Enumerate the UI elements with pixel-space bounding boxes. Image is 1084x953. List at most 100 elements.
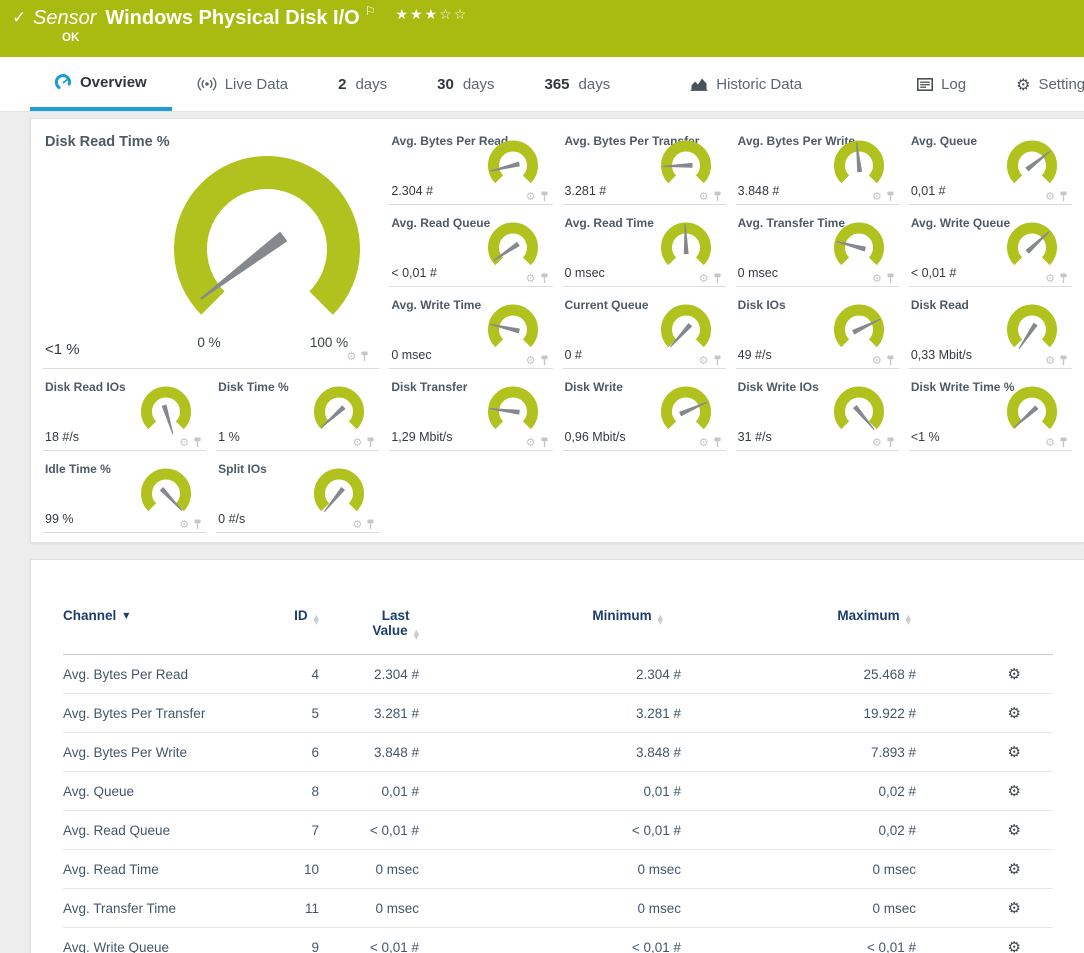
tab-live-data[interactable]: Live Data	[172, 57, 313, 111]
tab-label: Settings	[1038, 76, 1084, 93]
gear-icon[interactable]: ⚙	[699, 274, 709, 284]
gauge-tile: Disk Time %1 %⚙	[216, 377, 379, 451]
pin-icon[interactable]	[540, 191, 549, 202]
gear-icon[interactable]: ⚙	[872, 356, 882, 366]
column-header-id[interactable]: ID▲▼	[253, 604, 319, 655]
gear-icon[interactable]: ⚙	[699, 356, 709, 366]
tab-2-days[interactable]: 2 days	[313, 57, 412, 111]
gauge-title: Disk Time %	[218, 380, 288, 394]
channel-settings-gear-icon[interactable]: ⚙	[1008, 665, 1021, 683]
tab-overview[interactable]: Overview	[30, 57, 172, 111]
gauge-actions: ⚙	[346, 351, 369, 362]
gauge-actions: ⚙	[352, 437, 375, 448]
channel-settings-gear-icon[interactable]: ⚙	[1008, 782, 1021, 800]
maximum-cell: 19.922 #	[681, 694, 916, 733]
priority-stars[interactable]: ★★★☆☆	[395, 6, 468, 22]
channel-settings-gear-icon[interactable]: ⚙	[1008, 704, 1021, 722]
channel-name-cell: Avg. Write Queue	[63, 928, 253, 953]
pin-icon[interactable]	[540, 437, 549, 448]
gear-icon[interactable]: ⚙	[346, 352, 356, 362]
tab-label: days	[463, 76, 495, 93]
sort-icon[interactable]: ▲▼	[314, 615, 319, 625]
gear-icon[interactable]: ⚙	[526, 356, 536, 366]
tab-365-days[interactable]: 365 days	[520, 57, 636, 111]
pin-icon[interactable]	[886, 355, 895, 366]
pin-icon[interactable]	[1059, 191, 1068, 202]
pin-icon[interactable]	[1059, 273, 1068, 284]
sort-icon[interactable]: ▲▼	[414, 630, 419, 640]
pin-icon[interactable]	[1059, 437, 1068, 448]
pin-icon[interactable]	[713, 355, 722, 366]
sort-icon[interactable]: ▲▼	[906, 615, 911, 625]
column-header-minimum[interactable]: Minimum▲▼	[419, 604, 681, 655]
gauge	[658, 304, 714, 354]
pin-icon[interactable]	[366, 519, 375, 530]
maximum-cell: 7.893 #	[681, 733, 916, 772]
pin-icon[interactable]	[540, 273, 549, 284]
gear-icon[interactable]: ⚙	[1045, 438, 1055, 448]
sensor-title-line: SensorWindows Physical Disk I/O⚐★★★☆☆	[33, 4, 468, 30]
gauge-value: < 0,01 #	[391, 266, 437, 280]
pin-icon[interactable]	[886, 191, 895, 202]
pin-icon[interactable]	[366, 437, 375, 448]
gear-icon[interactable]: ⚙	[1045, 192, 1055, 202]
gear-icon[interactable]: ⚙	[526, 438, 536, 448]
sensor-header-bar: ✓ SensorWindows Physical Disk I/O⚐★★★☆☆ …	[0, 0, 1084, 57]
pin-icon[interactable]	[1059, 355, 1068, 366]
tab-settings[interactable]: ⚙ Settings	[991, 57, 1084, 111]
gear-icon[interactable]: ⚙	[526, 274, 536, 284]
pin-icon[interactable]	[713, 437, 722, 448]
channel-id-cell: 6	[253, 733, 319, 772]
tab-log[interactable]: Log	[892, 57, 991, 111]
pin-icon[interactable]	[193, 437, 202, 448]
gauge-title: Disk Read	[911, 298, 969, 312]
last-value-cell: 0 msec	[319, 889, 419, 928]
gear-icon[interactable]: ⚙	[1045, 274, 1055, 284]
channel-settings-cell: ⚙	[916, 733, 1053, 772]
gauge-tile: Avg. Read Queue < 0,01 # ⚙	[389, 213, 552, 287]
channel-settings-gear-icon[interactable]: ⚙	[1008, 938, 1021, 953]
pin-icon[interactable]	[886, 437, 895, 448]
channel-name-cell: Avg. Bytes Per Write	[63, 733, 253, 772]
gauge-tile: Disk Write Time %<1 %⚙	[909, 377, 1072, 451]
pin-icon[interactable]	[193, 519, 202, 530]
pin-icon[interactable]	[540, 355, 549, 366]
minimum-cell: 0,01 #	[419, 772, 681, 811]
column-header-channel[interactable]: Channel▼	[63, 604, 253, 655]
minimum-cell: < 0,01 #	[419, 811, 681, 850]
gear-icon[interactable]: ⚙	[179, 520, 189, 530]
pin-icon[interactable]	[886, 273, 895, 284]
channel-settings-gear-icon[interactable]: ⚙	[1008, 821, 1021, 839]
pin-icon[interactable]	[713, 273, 722, 284]
gauge-value: 0 #/s	[218, 512, 245, 526]
pin-icon[interactable]	[360, 351, 369, 362]
gear-icon: ⚙	[1016, 75, 1030, 94]
gear-icon[interactable]: ⚙	[526, 192, 536, 202]
status-badge: OK	[62, 32, 79, 44]
gear-icon[interactable]: ⚙	[1045, 356, 1055, 366]
tab-30-days[interactable]: 30 days	[412, 57, 519, 111]
channel-settings-gear-icon[interactable]: ⚙	[1008, 743, 1021, 761]
gear-icon[interactable]: ⚙	[872, 274, 882, 284]
column-header-last-value[interactable]: LastValue▲▼	[319, 604, 419, 655]
tab-label: days	[355, 76, 387, 93]
sort-icon[interactable]: ▲▼	[658, 615, 663, 625]
gauge-actions: ⚙	[1045, 191, 1068, 202]
gear-icon[interactable]: ⚙	[872, 438, 882, 448]
gear-icon[interactable]: ⚙	[179, 438, 189, 448]
column-header-maximum[interactable]: Maximum▲▼	[681, 604, 916, 655]
gear-icon[interactable]: ⚙	[352, 520, 362, 530]
gear-icon[interactable]: ⚙	[872, 192, 882, 202]
flag-icon[interactable]: ⚐	[365, 4, 376, 18]
gauge-title: Idle Time %	[45, 462, 111, 476]
gauge-value: 99 %	[45, 512, 74, 526]
gear-icon[interactable]: ⚙	[699, 438, 709, 448]
gauge-title: Avg. Read Queue	[391, 216, 490, 230]
gauges-grid: Disk Read Time % 0 % 100 % <1 % ⚙ Avg. B…	[43, 131, 1072, 533]
pin-icon[interactable]	[713, 191, 722, 202]
tab-historic-data[interactable]: Historic Data	[665, 57, 827, 111]
gear-icon[interactable]: ⚙	[699, 192, 709, 202]
channel-settings-gear-icon[interactable]: ⚙	[1008, 899, 1021, 917]
gear-icon[interactable]: ⚙	[352, 438, 362, 448]
channel-settings-gear-icon[interactable]: ⚙	[1008, 860, 1021, 878]
